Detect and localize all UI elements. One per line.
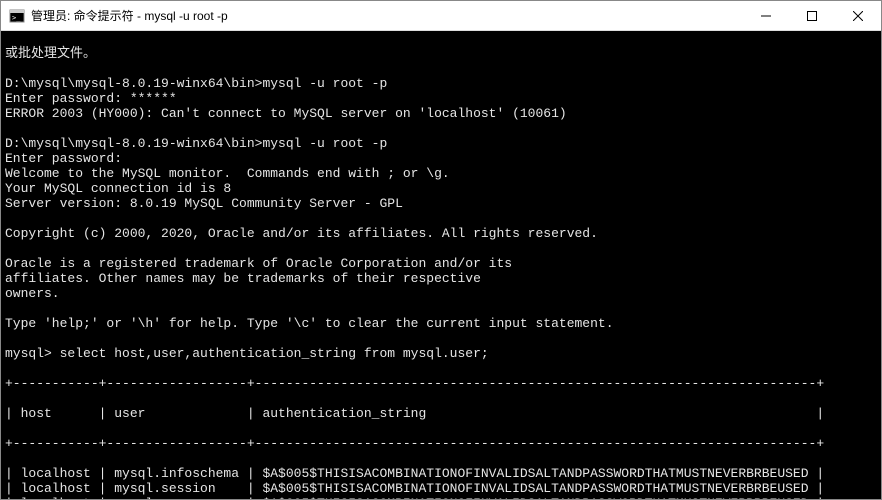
cmd-icon: >_ bbox=[9, 8, 25, 24]
window-controls bbox=[743, 1, 881, 30]
table-border-top: +-----------+------------------+--------… bbox=[5, 376, 877, 391]
terminal-line bbox=[5, 301, 877, 316]
terminal-line bbox=[5, 241, 877, 256]
minimize-button[interactable] bbox=[743, 1, 789, 30]
terminal-line: D:\mysql\mysql-8.0.19-winx64\bin>mysql -… bbox=[5, 136, 877, 151]
terminal-line bbox=[5, 211, 877, 226]
table-row: | localhost | mysql.session | $A$005$THI… bbox=[5, 481, 877, 496]
terminal-line: 或批处理文件。 bbox=[5, 46, 877, 61]
terminal-line: Welcome to the MySQL monitor. Commands e… bbox=[5, 166, 877, 181]
table-header: | host | user | authentication_string | bbox=[5, 406, 877, 421]
window-title: 管理员: 命令提示符 - mysql -u root -p bbox=[31, 7, 743, 24]
close-button[interactable] bbox=[835, 1, 881, 30]
table-row: | localhost | mysql.infoschema | $A$005$… bbox=[5, 466, 877, 481]
terminal-line: D:\mysql\mysql-8.0.19-winx64\bin>mysql -… bbox=[5, 76, 877, 91]
terminal-line: mysql> select host,user,authentication_s… bbox=[5, 346, 877, 361]
terminal-line bbox=[5, 121, 877, 136]
maximize-button[interactable] bbox=[789, 1, 835, 30]
terminal-line: Server version: 8.0.19 MySQL Community S… bbox=[5, 196, 877, 211]
terminal-line: Enter password: bbox=[5, 151, 877, 166]
terminal-line bbox=[5, 61, 877, 76]
terminal-line bbox=[5, 331, 877, 346]
table-row: | localhost | mysql.sys | $A$005$THISISA… bbox=[5, 496, 877, 499]
table-border-mid: +-----------+------------------+--------… bbox=[5, 436, 877, 451]
terminal-line: affiliates. Other names may be trademark… bbox=[5, 271, 877, 286]
titlebar[interactable]: >_ 管理员: 命令提示符 - mysql -u root -p bbox=[1, 1, 881, 31]
terminal-line: Your MySQL connection id is 8 bbox=[5, 181, 877, 196]
svg-text:>_: >_ bbox=[12, 14, 21, 22]
terminal-line: Copyright (c) 2000, 2020, Oracle and/or … bbox=[5, 226, 877, 241]
terminal-line: ERROR 2003 (HY000): Can't connect to MyS… bbox=[5, 106, 877, 121]
terminal-line: Oracle is a registered trademark of Orac… bbox=[5, 256, 877, 271]
terminal-line: Type 'help;' or '\h' for help. Type '\c'… bbox=[5, 316, 877, 331]
terminal-line: Enter password: ****** bbox=[5, 91, 877, 106]
terminal-output[interactable]: 或批处理文件。 D:\mysql\mysql-8.0.19-winx64\bin… bbox=[1, 31, 881, 499]
terminal-line: owners. bbox=[5, 286, 877, 301]
